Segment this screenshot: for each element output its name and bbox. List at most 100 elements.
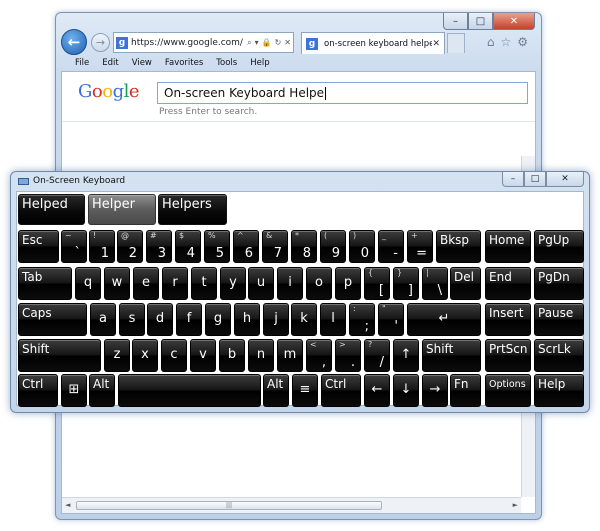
home-icon[interactable]: ⌂ [487,35,495,49]
key-k[interactable]: k [291,303,317,336]
key-right[interactable]: → [422,374,448,407]
key-w[interactable]: w [104,267,130,300]
key-7[interactable]: & 7 [262,230,288,263]
key-tab[interactable]: Tab [18,267,72,300]
key-y[interactable]: y [220,267,246,300]
osk-maximize-button[interactable]: □ [524,172,546,187]
key-p[interactable]: p [335,267,361,300]
key-win[interactable]: ⊞ [61,374,87,407]
key-lctrl[interactable]: Ctrl [18,374,58,407]
key-help[interactable]: Help [534,374,584,407]
key-m[interactable]: m [277,339,303,372]
menu-file[interactable]: File [75,58,89,68]
key-8[interactable]: * 8 [291,230,317,263]
key-j[interactable]: j [263,303,289,336]
key-lshift[interactable]: Shift [18,339,101,372]
key-left[interactable]: ← [364,374,390,407]
refresh-icon[interactable]: ↻ [275,38,282,47]
scroll-right-icon[interactable]: ► [513,501,518,509]
key-9[interactable]: (9 [320,230,346,263]
key-x[interactable]: x [132,339,158,372]
key-enter[interactable]: ↵ [407,303,481,336]
menu-view[interactable]: View [132,58,152,68]
key-rshift[interactable]: Shift [422,339,481,372]
key-q[interactable]: q [75,267,101,300]
key-comma[interactable]: <, [306,339,332,372]
key-e[interactable]: e [133,267,159,300]
key-space[interactable] [118,374,261,407]
settings-gear-icon[interactable]: ⚙ [517,35,528,49]
key-2[interactable]: @2 [117,230,143,263]
key-r[interactable]: r [162,267,188,300]
key-scrlk[interactable]: ScrLk [534,339,584,372]
key-period[interactable]: >. [335,339,361,372]
key-quote[interactable]: " ' [378,303,404,336]
key-home[interactable]: Home [485,230,531,263]
key-options[interactable]: Options [485,374,531,407]
key-up[interactable]: ↑ [393,339,419,372]
address-url[interactable]: https://www.google.com/ [131,38,244,48]
key-prtscn[interactable]: PrtScn [485,339,531,372]
key-h[interactable]: h [234,303,260,336]
stop-icon[interactable]: ✕ [284,38,291,47]
key-bksp[interactable]: Bksp [436,230,481,263]
key-lalt[interactable]: Alt [89,374,115,407]
back-button[interactable]: ← [61,29,87,55]
key-n[interactable]: n [248,339,274,372]
suggestion-helpers[interactable]: Helpers [158,194,227,225]
menu-edit[interactable]: Edit [102,58,118,68]
key-slash[interactable]: ? / [364,339,390,372]
key-rctrl[interactable]: Ctrl [321,374,361,407]
key-semicolon[interactable]: :; [349,303,375,336]
key-c[interactable]: c [161,339,187,372]
menu-tools[interactable]: Tools [216,58,237,68]
key-d[interactable]: d [147,303,173,336]
scroll-left-icon[interactable]: ◄ [65,501,70,509]
key-caps[interactable]: Caps [18,303,87,336]
osk-minimize-button[interactable]: – [502,172,524,187]
lock-icon[interactable]: 🔒 [262,38,272,47]
favorites-star-icon[interactable]: ☆ [500,35,511,49]
key-menu[interactable]: ≡ [292,374,318,407]
key-u[interactable]: u [248,267,274,300]
horizontal-scroll-thumb[interactable]: ||| [76,501,382,510]
key-minus[interactable]: _ - [378,230,404,263]
key-ralt[interactable]: Alt [263,374,289,407]
key-f[interactable]: f [176,303,202,336]
key-fn[interactable]: Fn [450,374,481,407]
dropdown-icon[interactable]: ▾ [255,38,259,47]
search-input[interactable]: On-screen Keyboard Helpe [157,82,528,104]
key-l[interactable]: l [320,303,346,336]
key-z[interactable]: z [104,339,130,372]
key-a[interactable]: a [90,303,116,336]
key-pause[interactable]: Pause [534,303,584,336]
osk-close-button[interactable]: ✕ [546,172,584,187]
menu-help[interactable]: Help [250,58,269,68]
key-b[interactable]: b [219,339,245,372]
key-5[interactable]: % 5 [204,230,230,263]
key-end[interactable]: End [485,267,531,300]
new-tab-button[interactable] [447,33,465,53]
key-g[interactable]: g [205,303,231,336]
key-pgup[interactable]: PgUp [534,230,584,263]
key-4[interactable]: $4 [175,230,201,263]
key-0[interactable]: ) 0 [349,230,375,263]
key-pgdn[interactable]: PgDn [534,267,584,300]
browser-tab[interactable]: g on-screen keyboard helper ... ✕ [301,32,445,54]
key-equals[interactable]: + = [407,230,433,263]
horizontal-scrollbar[interactable]: ◄ ||| ► [62,497,521,513]
key-t[interactable]: t [191,267,217,300]
key-esc[interactable]: Esc [18,230,59,263]
key-del[interactable]: Del [450,267,481,300]
key-lbracket[interactable]: {[ [364,267,390,300]
forward-button[interactable]: → [91,33,110,52]
key-s[interactable]: s [119,303,145,336]
address-bar[interactable]: g https://www.google.com/ ⌕ ▾ 🔒 ↻ ✕ [113,32,294,53]
key-backtick[interactable]: ~ ` [61,230,87,263]
key-insert[interactable]: Insert [485,303,531,336]
key-rbracket[interactable]: }] [393,267,419,300]
key-1[interactable]: ! 1 [89,230,115,263]
google-logo[interactable]: Google [78,81,140,102]
key-down[interactable]: ↓ [393,374,419,407]
search-icon[interactable]: ⌕ [247,38,251,48]
